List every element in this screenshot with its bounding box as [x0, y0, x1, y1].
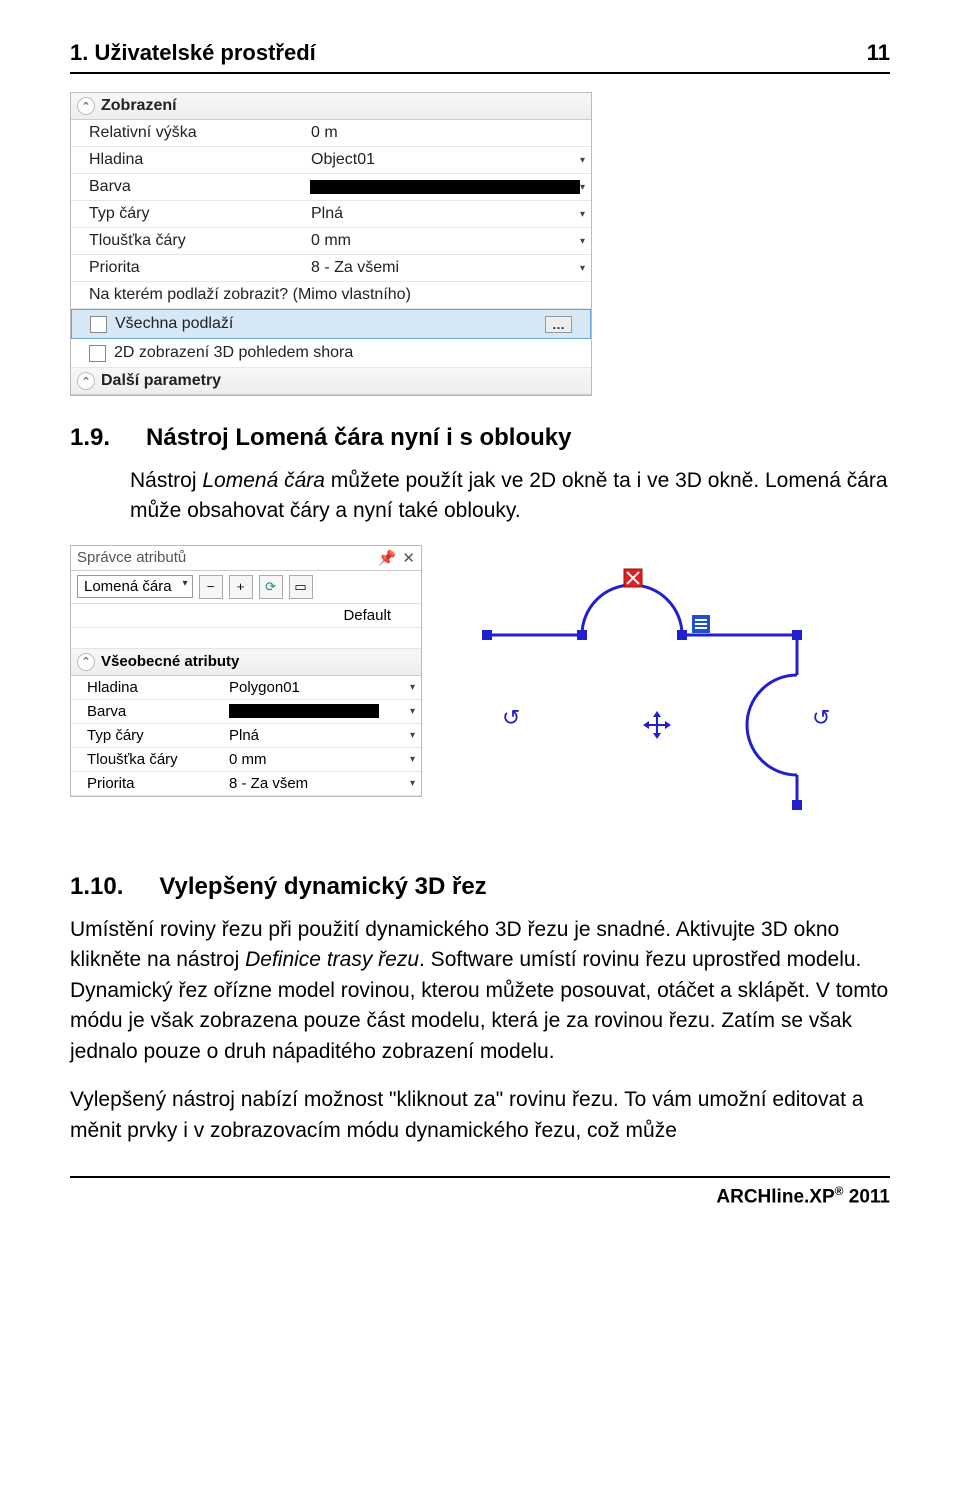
attr-label-priorita: Priorita: [71, 772, 223, 795]
panel-header-zobrazeni[interactable]: ⌃ Zobrazení: [71, 93, 591, 120]
refresh-icon[interactable]: ⟳: [259, 575, 283, 599]
paragraph-1-10a: Umístění roviny řezu při použití dynamic…: [70, 915, 890, 1067]
pin-close-icons[interactable]: 📌✕: [378, 549, 415, 567]
chevron-down-icon: ▾: [410, 706, 415, 717]
attr-label-typ-cary: Typ čáry: [71, 724, 223, 747]
dropdown-hladina[interactable]: Object01▾: [305, 147, 591, 173]
ellipsis-button[interactable]: …: [545, 316, 572, 333]
label-typ-cary: Typ čáry: [71, 201, 305, 227]
attr-section-title: Všeobecné atributy: [101, 653, 239, 670]
pin-icon[interactable]: 📌: [378, 549, 397, 567]
chevron-down-icon: ▾: [410, 730, 415, 741]
chevron-up-icon: ⌃: [77, 653, 95, 671]
heading-number-1-9: 1.9.: [70, 424, 110, 452]
chevron-down-icon: ▾: [580, 209, 585, 220]
attr-panel-title: Správce atributů: [77, 549, 186, 567]
attr-section-header[interactable]: ⌃ Všeobecné atributy: [71, 649, 421, 676]
chevron-down-icon: ▾: [410, 778, 415, 789]
heading-1-10: 1.10. Vylepšený dynamický 3D řez: [70, 873, 890, 901]
attr-label-tloustka: Tloušťka čáry: [71, 748, 223, 771]
page-header: 1. Uživatelské prostředí 11: [70, 40, 890, 74]
label-barva: Barva: [71, 174, 304, 200]
panel-title-dalsi-parametry: Další parametry: [101, 372, 221, 390]
value-relativni-vyska[interactable]: 0 m: [305, 120, 591, 146]
paragraph-1-10b: Vylepšený nástroj nabízí možnost "klikno…: [70, 1085, 890, 1146]
svg-text:↺: ↺: [812, 705, 830, 730]
label-priorita: Priorita: [71, 255, 305, 281]
close-icon[interactable]: ✕: [402, 549, 415, 567]
checkbox-row-2d-zobrazeni[interactable]: 2D zobrazení 3D pohledem shora: [71, 339, 591, 368]
footer-reg: ®: [835, 1184, 844, 1198]
footer-product: ARCHline.XP: [716, 1186, 834, 1207]
label-tloustka: Tloušťka čáry: [71, 228, 305, 254]
heading-title-1-9: Nástroj Lomená čára nyní i s oblouky: [146, 424, 571, 452]
chevron-up-icon: ⌃: [77, 372, 95, 390]
attr-label-barva: Barva: [71, 700, 223, 723]
label-na-kterem-podlazi: Na kterém podlaží zobrazit? (Mimo vlastn…: [71, 282, 591, 309]
panel-header-dalsi-parametry[interactable]: ⌃ Další parametry: [71, 368, 591, 395]
default-label: Default: [343, 607, 391, 624]
selection-icon[interactable]: ▭: [289, 575, 313, 599]
header-page-number: 11: [867, 40, 890, 66]
page-footer: ARCHline.XP® 2011: [70, 1176, 890, 1208]
attr-swatch-barva[interactable]: ▾: [223, 701, 421, 721]
attr-dd-priorita[interactable]: 8 - Za všem▾: [223, 772, 421, 795]
label-relativni-vyska: Relativní výška: [71, 120, 305, 146]
swatch-barva[interactable]: ▾: [304, 176, 591, 198]
dropdown-tloustka[interactable]: 0 mm▾: [305, 228, 591, 254]
panel-title-zobrazeni: Zobrazení: [101, 97, 177, 115]
dropdown-type[interactable]: Lomená čára: [77, 575, 193, 598]
paragraph-1-9: Nástroj Lomená čára můžete použít jak ve…: [130, 466, 890, 527]
minus-button[interactable]: −: [199, 575, 223, 599]
footer-year: 2011: [849, 1186, 890, 1207]
attr-panel-title-bar: Správce atributů 📌✕: [71, 546, 421, 571]
plus-button[interactable]: +: [229, 575, 253, 599]
checkbox-row-vsechna-podlazi[interactable]: Všechna podlaží …: [71, 309, 591, 339]
chevron-down-icon: ▾: [410, 754, 415, 765]
heading-number-1-10: 1.10.: [70, 873, 123, 901]
checkbox-2d-zobrazeni[interactable]: [89, 345, 106, 362]
chevron-down-icon: ▾: [580, 182, 585, 193]
chevron-down-icon: ▾: [410, 682, 415, 693]
chevron-up-icon: ⌃: [77, 97, 95, 115]
attr-label-hladina: Hladina: [71, 676, 223, 699]
label-vsechna-podlazi: Všechna podlaží: [115, 315, 233, 333]
polyline-example-drawing: ↺ ↺: [452, 545, 852, 845]
header-title: 1. Uživatelské prostředí: [70, 40, 316, 66]
checkbox-vsechna-podlazi[interactable]: [90, 316, 107, 333]
attr-dd-hladina[interactable]: Polygon01▾: [223, 676, 421, 699]
dropdown-priorita[interactable]: 8 - Za všemi▾: [305, 255, 591, 281]
label-2d-zobrazeni: 2D zobrazení 3D pohledem shora: [114, 344, 353, 362]
attr-dd-tloustka[interactable]: 0 mm▾: [223, 748, 421, 771]
attribute-manager-panel: Správce atributů 📌✕ Lomená čára − + ⟳ ▭ …: [70, 545, 422, 797]
properties-panel-zobrazeni: ⌃ Zobrazení Relativní výška 0 m Hladina …: [70, 92, 592, 396]
attr-dd-typ-cary[interactable]: Plná▾: [223, 724, 421, 747]
chevron-down-icon: ▾: [580, 155, 585, 166]
label-hladina: Hladina: [71, 147, 305, 173]
heading-title-1-10: Vylepšený dynamický 3D řez: [159, 873, 486, 901]
chevron-down-icon: ▾: [580, 236, 585, 247]
svg-text:↺: ↺: [502, 705, 520, 730]
heading-1-9: 1.9. Nástroj Lomená čára nyní i s oblouk…: [70, 424, 890, 452]
dropdown-typ-cary[interactable]: Plná▾: [305, 201, 591, 227]
chevron-down-icon: ▾: [580, 263, 585, 274]
